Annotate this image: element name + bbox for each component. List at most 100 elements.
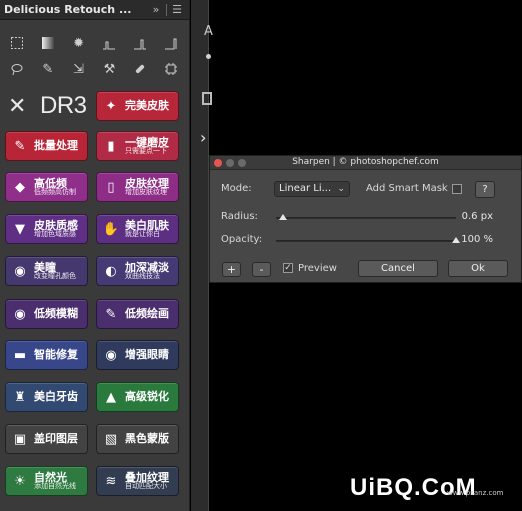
chevron-right-icon[interactable]: ›: [200, 128, 206, 147]
mode-label: Mode:: [221, 183, 252, 194]
plugin-button-sublabel: 就是让你白: [125, 230, 160, 239]
help-button[interactable]: ?: [475, 181, 495, 198]
bandage-tool-icon[interactable]: [131, 60, 149, 78]
cancel-button[interactable]: Cancel: [358, 260, 438, 277]
plugin-button-label: 完美皮肤: [125, 99, 169, 113]
tool-grid: ✹ ✎ ⇲ ⚒: [6, 30, 182, 82]
plugin-button-4[interactable]: ▯ 皮肤纹理 增加皮肤纹理: [96, 172, 179, 202]
plugin-button-text: 皮肤纹理 增加皮肤纹理: [125, 177, 169, 197]
document-icon[interactable]: [202, 92, 212, 105]
plugin-button-sublabel: 添加自然光线: [34, 482, 76, 491]
sun-icon: ☀: [14, 473, 26, 489]
plugin-button-9[interactable]: ◉ 低频模糊: [5, 299, 88, 329]
dot-icon: [206, 54, 211, 59]
plugin-button-11[interactable]: ▬ 智能修复: [5, 340, 88, 370]
plugin-button-label: 智能修复: [34, 348, 78, 362]
plugin-button-2[interactable]: ▮ 一键磨皮 只需要点一下: [96, 131, 179, 161]
plugin-button-sublabel: 自动匹配大小: [125, 482, 167, 491]
radius-label: Radius:: [221, 211, 258, 222]
plugin-button-16[interactable]: ▧ 黑色蒙版: [96, 424, 179, 454]
radius-slider-thumb[interactable]: [279, 214, 288, 220]
plugin-button-1[interactable]: ✎ 批量处理: [5, 131, 88, 161]
character-icon[interactable]: A: [204, 24, 213, 39]
smart-mask-checkbox[interactable]: [452, 184, 462, 194]
mode-select[interactable]: Linear Li... ⌄: [274, 181, 350, 197]
plugin-button-13[interactable]: ♜ 美白牙齿: [5, 382, 88, 412]
plugin-button-sublabel: 低频频高仿制: [34, 188, 76, 197]
eye-icon: ◉: [14, 306, 26, 322]
splash-icon[interactable]: ✹: [70, 34, 88, 52]
plugin-button-sublabel: 双曲线技法: [125, 272, 160, 281]
opacity-label: Opacity:: [221, 234, 263, 245]
preview-checkbox[interactable]: ✓: [283, 263, 293, 273]
plugin-button-text: 盖印图层: [34, 433, 78, 445]
wand-icon[interactable]: ⚒: [100, 60, 118, 78]
plugin-button-7[interactable]: ◉ 美瞳 改变瞳孔颜色: [5, 256, 88, 286]
plugin-button-text: 加深减淡 双曲线技法: [125, 261, 169, 281]
gradient-icon[interactable]: [39, 34, 57, 52]
histogram-icon[interactable]: [100, 34, 118, 52]
plugin-button-label: 黑色蒙版: [125, 432, 169, 446]
watermark: UiBQ.CoM: [350, 474, 477, 501]
tooth-icon: ♜: [14, 389, 26, 405]
plugin-button-sublabel: 改变瞳孔颜色: [34, 272, 76, 281]
plugin-button-3[interactable]: ◆ 高低频 低频频高仿制: [5, 172, 88, 202]
plugin-button-6[interactable]: ✋ 美白肌肤 就是让你白: [96, 214, 179, 244]
plugin-button-18[interactable]: ≋ 叠加纹理 自动匹配大小: [96, 466, 179, 496]
plugin-button-12[interactable]: ◉ 增强眼睛: [96, 340, 179, 370]
plugin-button-label: 增强眼睛: [125, 348, 169, 362]
plugin-button-15[interactable]: ▣ 盖印图层: [5, 424, 88, 454]
plugin-button-17[interactable]: ☀ 自然光 添加自然光线: [5, 466, 88, 496]
plugin-button-label: 低频绘画: [125, 307, 169, 321]
plugin-button-sublabel: 增加色域质感: [34, 230, 76, 239]
plugin-button-text: 自然光 添加自然光线: [34, 471, 76, 491]
bandage-icon: ▬: [13, 347, 27, 363]
plugin-button-text: 美瞳 改变瞳孔颜色: [34, 261, 76, 281]
plugin-button-text: 增强眼睛: [125, 349, 169, 361]
plugin-button-5[interactable]: ▼ 皮肤质感 增加色域质感: [5, 214, 88, 244]
ok-button[interactable]: Ok: [448, 260, 508, 277]
opacity-slider[interactable]: [276, 237, 460, 243]
radius-slider[interactable]: [276, 214, 456, 220]
panel-menu-icon[interactable]: ☰: [169, 3, 185, 16]
collapse-icon[interactable]: »: [148, 3, 164, 16]
brush-icon[interactable]: ✎: [39, 60, 57, 78]
minus-button[interactable]: -: [252, 262, 271, 277]
cup-icon: ▼: [15, 221, 25, 237]
plus-button[interactable]: +: [222, 262, 241, 277]
lasso-icon[interactable]: [8, 60, 26, 78]
plugin-button-text: 皮肤质感 增加色域质感: [34, 219, 78, 239]
sparkle-icon: ✦: [105, 98, 117, 114]
histogram-dark-icon[interactable]: [131, 34, 149, 52]
plugin-button-label: 批量处理: [34, 139, 78, 153]
layers-icon: ▣: [13, 431, 27, 447]
plugin-button-14[interactable]: ▲ 高级锐化: [96, 382, 179, 412]
plugin-button-10[interactable]: ✎ 低频绘画: [96, 299, 179, 329]
plugin-button-0[interactable]: ✦ 完美皮肤: [96, 91, 179, 121]
histogram-light-icon[interactable]: [162, 34, 180, 52]
dr3-logo: ✕ DR3: [8, 92, 87, 120]
retouch-panel: Delicious Retouch ... » ☰ ✹ ✎ ⇲ ⚒ ✕ DR3 …: [0, 0, 190, 511]
plugin-button-label: 低频模糊: [34, 307, 78, 321]
chip-icon[interactable]: [162, 60, 180, 78]
eye-icon: ◉: [105, 347, 117, 363]
watermark-sub: www.psanz.com: [447, 489, 504, 497]
dr3-logo-text: DR3: [40, 92, 87, 119]
preview-label: Preview: [298, 263, 337, 274]
dialog-titlebar: Sharpen | © photoshopchef.com: [210, 156, 521, 170]
plugin-button-text: 美白牙齿: [34, 391, 78, 403]
stack-icon: ≋: [105, 473, 117, 489]
plugin-button-label: 美白牙齿: [34, 390, 78, 404]
smart-mask-label: Add Smart Mask: [366, 183, 448, 194]
diamond-icon: ◆: [15, 179, 25, 195]
arrows-icon[interactable]: ⇲: [70, 60, 88, 78]
mask-icon: ▧: [104, 431, 118, 447]
plugin-button-text: 一键磨皮 只需要点一下: [125, 136, 169, 156]
frame-icon[interactable]: [8, 34, 26, 52]
paint-brush-icon: ✎: [105, 306, 117, 322]
opacity-value: 100 %: [461, 234, 493, 245]
dialog-title: Sharpen | © photoshopchef.com: [292, 157, 439, 167]
plugin-button-label: 高级锐化: [125, 390, 169, 404]
side-strip: [191, 0, 209, 511]
plugin-button-8[interactable]: ◐ 加深减淡 双曲线技法: [96, 256, 179, 286]
